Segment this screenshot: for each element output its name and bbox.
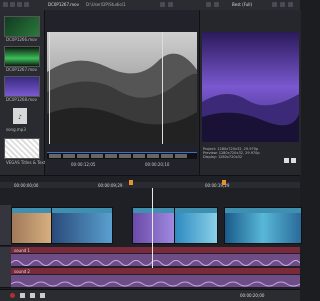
media-label-2: DC0P1267.mov (6, 67, 37, 72)
audio-waveform-1[interactable] (10, 254, 301, 266)
media-thumb-2[interactable] (4, 46, 40, 67)
trim-out-time: 00:00:20;10 (145, 162, 170, 167)
transport-status-bar: 00:00:20;00 (0, 289, 300, 301)
media-label-4: song.mp3 (6, 127, 26, 132)
project-media-icon[interactable] (3, 2, 8, 7)
audio-waveform-2[interactable] (10, 275, 301, 287)
video-clip-2[interactable] (51, 207, 113, 244)
loop-icon[interactable] (20, 293, 25, 298)
video-track-header[interactable] (0, 205, 11, 246)
video-clip-3[interactable] (132, 207, 176, 244)
trimmer-filmstrip[interactable] (47, 152, 197, 159)
media-thumb-3[interactable] (4, 76, 40, 97)
trimmer-window: 00:00:12;05 00:00:20;10 (45, 10, 199, 175)
ruler-time-2: 00:00:09;29 (98, 183, 123, 188)
trim-start-icon[interactable] (160, 2, 165, 7)
play-icon[interactable] (284, 158, 289, 163)
transport-play-icon[interactable] (40, 293, 45, 298)
audio-track-1-label: sound 1 (14, 248, 30, 253)
stop-icon[interactable] (291, 158, 296, 163)
media-thumb-1[interactable] (4, 16, 40, 37)
trim-end-icon[interactable] (168, 2, 173, 7)
record-icon[interactable] (10, 293, 15, 298)
audio-file-icon[interactable]: ♪ (4, 106, 38, 125)
ruler-time-1: 00:00:00;00 (14, 183, 39, 188)
time-ruler[interactable]: 00:00:00;00 00:00:09;29 00:00:19;29 (0, 182, 300, 188)
video-clip-4[interactable] (174, 207, 218, 244)
status-time: 00:00:20;00 (240, 293, 265, 298)
preview-video-frame (202, 32, 299, 142)
trimmer-title-text: DC0P1267.mov (48, 2, 79, 7)
timeline-marker-2[interactable] (222, 180, 226, 185)
trimmer-video-frame[interactable] (47, 32, 197, 144)
overlay-icon[interactable] (272, 2, 277, 7)
video-preview-window: Project: 1280x720x32, 29.970p Preview: 1… (199, 10, 301, 175)
video-clip-5[interactable] (224, 207, 302, 244)
svg-text:♪: ♪ (18, 114, 22, 121)
media-label-3: DC0P1268.mov (6, 97, 37, 102)
timeline-marker-1[interactable] (129, 180, 133, 185)
media-thumb-5[interactable] (4, 138, 40, 159)
play-from-start-icon[interactable] (30, 293, 35, 298)
playhead-cursor[interactable] (152, 188, 153, 268)
audio-track-2-label-bar: sound 2 (11, 268, 300, 274)
copy-snapshot-icon[interactable] (288, 2, 293, 7)
snapshot-icon[interactable] (280, 2, 285, 7)
audio-track-2-label: sound 2 (14, 269, 30, 274)
video-clip-1[interactable] (11, 207, 53, 244)
explorer-icon[interactable] (10, 2, 15, 7)
preview-properties-icon[interactable] (206, 2, 211, 7)
effects-icon[interactable] (24, 2, 29, 7)
trim-selection-region[interactable] (49, 32, 163, 144)
media-label-1: DC0P1266.mov (6, 37, 37, 42)
audio-track-header[interactable] (0, 247, 11, 288)
trimmer-path: D:\User\DP\Studio\1 (86, 2, 126, 7)
audio-track-label-bar: sound 1 (11, 247, 300, 253)
project-media-bin: DC0P1266.mov DC0P1267.mov DC0P1268.mov ♪… (0, 10, 62, 175)
preview-quality-dropdown[interactable]: Best (Full) (232, 2, 252, 7)
split-screen-icon[interactable] (214, 2, 219, 7)
trim-in-time: 00:00:12;05 (71, 162, 96, 167)
transitions-icon[interactable] (17, 2, 22, 7)
